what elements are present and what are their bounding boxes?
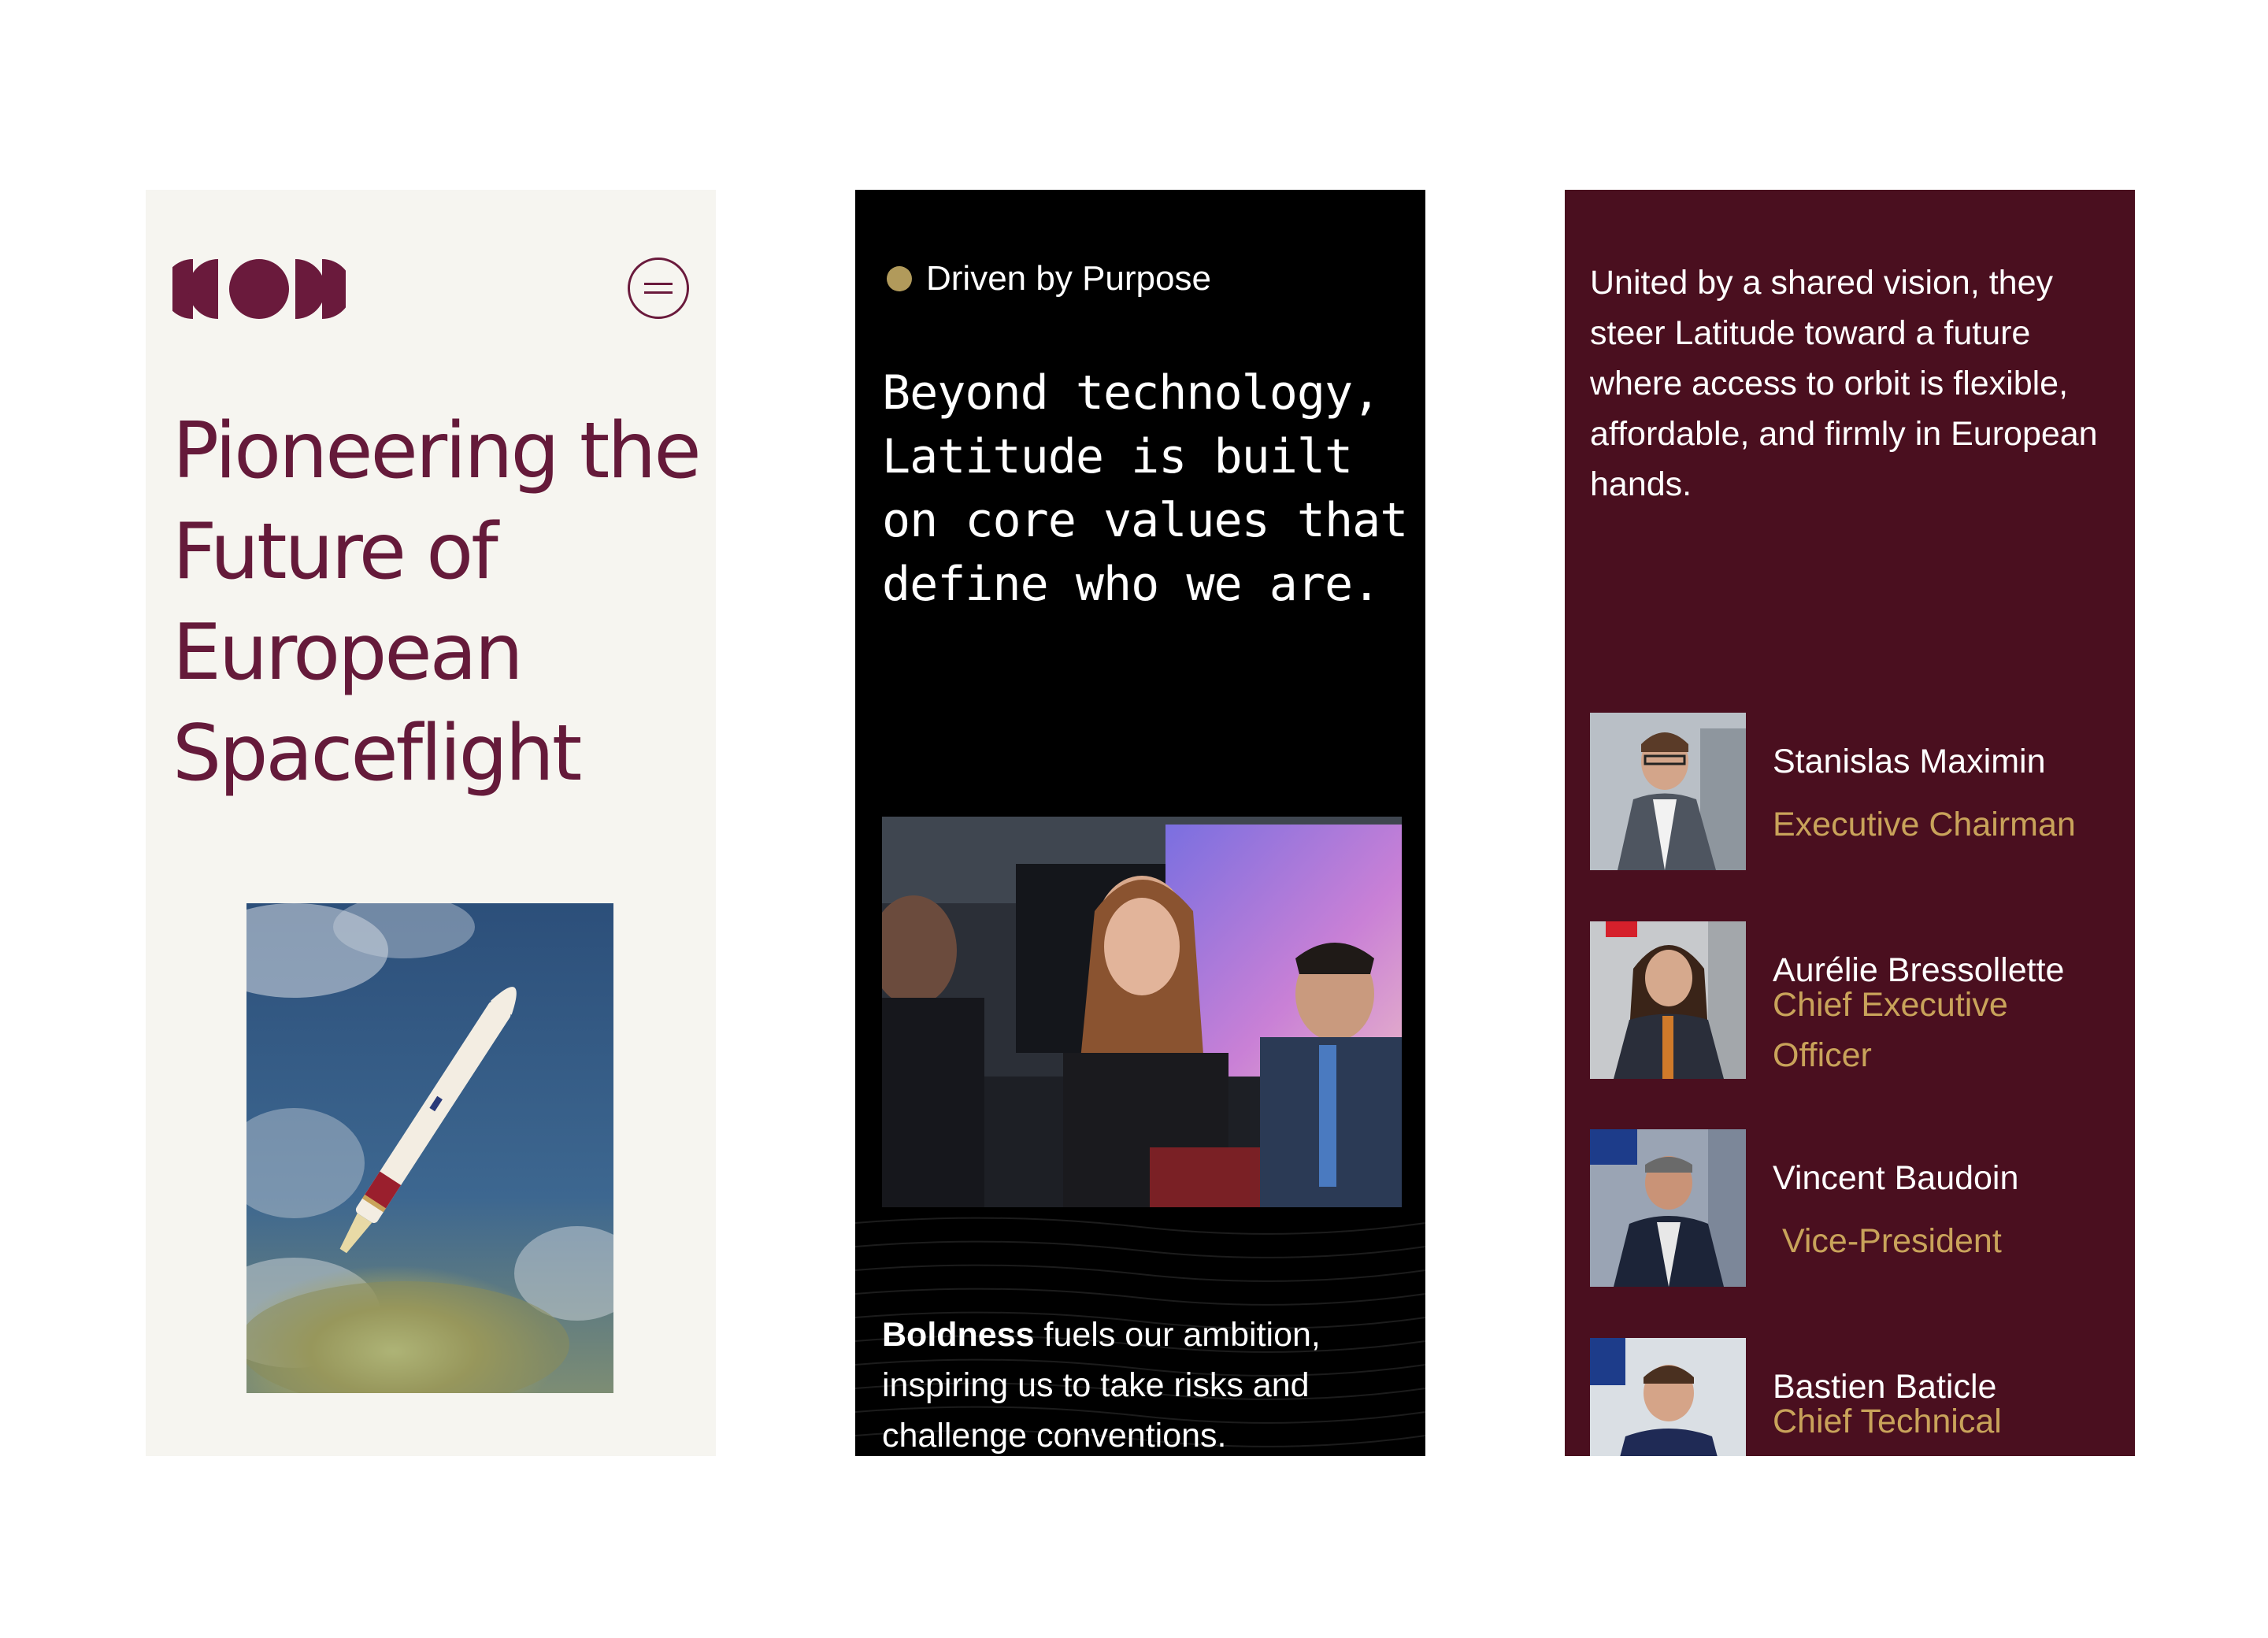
leader-photo [1590,1129,1746,1287]
team-meeting-photo [882,817,1402,1207]
leadership-intro: United by a shared vision, they steer La… [1590,264,2098,503]
values-screen: Driven by Purpose Beyond technology, Lat… [855,190,1425,1456]
leader-role: Executive Chairman [1773,806,2076,843]
leader-name: Stanislas Maximin [1773,743,2046,780]
values-heading: Beyond technology, Latitude is built on … [882,365,1408,612]
eyebrow: Driven by Purpose [887,259,1211,298]
values-body-bold: Boldness [882,1316,1035,1354]
leader-photo [1590,921,1746,1079]
leader-role: Chief Executive Officer [1773,986,2008,1074]
rocket-launch-image [246,903,613,1393]
eyebrow-label: Driven by Purpose [926,259,1211,298]
leader-role: Chief Technical [1773,1403,2002,1440]
leader-photo [1590,713,1746,870]
menu-button[interactable] [628,258,689,319]
leader-role: Vice-President [1773,1222,2002,1260]
hero-title: Pioneering the Future of European Spacef… [172,406,702,799]
leader-name: Vincent Baudoin [1773,1159,2019,1197]
hamburger-menu-icon [644,283,673,294]
leadership-screen: United by a shared vision, they steer La… [1565,190,2135,1456]
latitude-logo-icon[interactable] [172,258,346,321]
leader-photo [1590,1338,1746,1456]
hero-screen: Pioneering the Future of European Spacef… [146,190,716,1456]
values-body: Boldness fuels our ambition, inspiring u… [882,1310,1394,1456]
gold-dot-icon [887,266,912,291]
